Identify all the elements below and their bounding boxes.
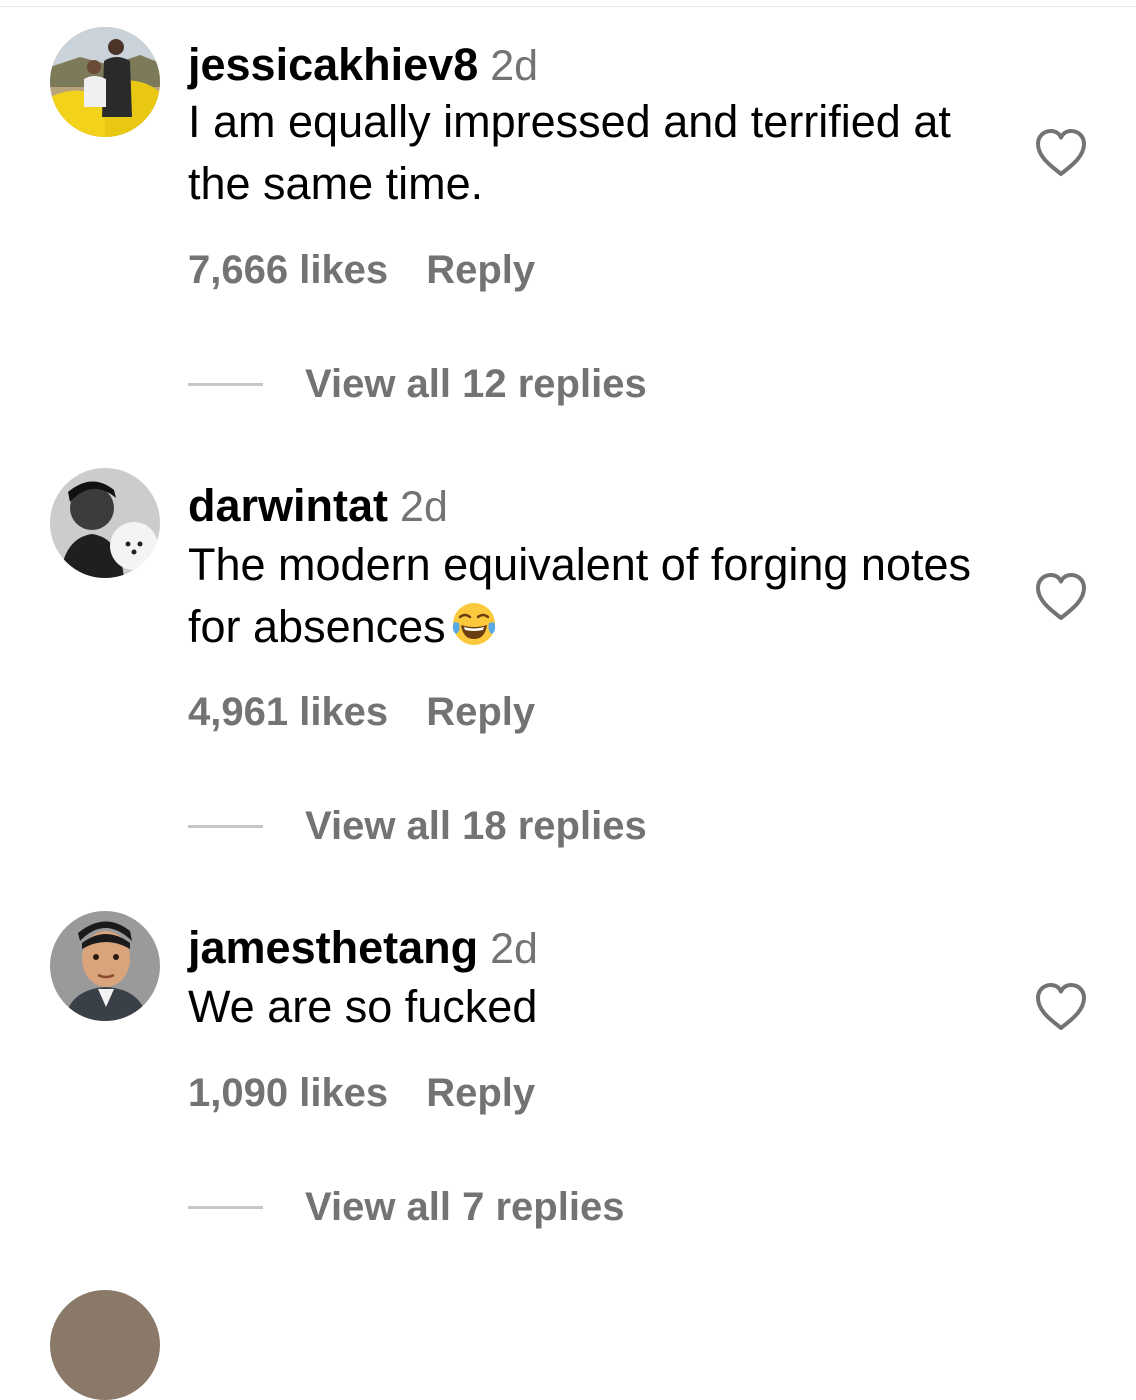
comment-text: The modern equivalent of forging notes f… [188,534,1008,658]
tears-of-joy-emoji [450,600,498,648]
comment-meta: 4,961 likes Reply [188,692,535,732]
heart-outline-icon[interactable] [1034,128,1088,178]
timestamp: 2d [400,483,448,531]
avatar[interactable] [50,27,160,137]
username[interactable]: darwintat [188,480,388,531]
avatar-image [50,911,160,1021]
avatar-image [50,27,160,137]
view-replies-label: View all 7 replies [305,1184,625,1229]
username[interactable]: jessicakhiev8 [188,39,478,90]
likes-count[interactable]: 4,961 likes [188,690,388,734]
view-replies-label: View all 12 replies [305,361,647,406]
comment-text-body: I am equally impressed and terrified at … [188,96,951,209]
comment-header: darwintat 2d [188,483,448,529]
view-replies-button[interactable]: View all 18 replies [188,804,647,848]
comment-meta: 1,090 likes Reply [188,1073,535,1113]
likes-count[interactable]: 1,090 likes [188,1071,388,1115]
comment-text: I am equally impressed and terrified at … [188,91,1008,215]
timestamp: 2d [490,42,539,90]
timestamp: 2d [490,925,538,973]
view-replies-label: View all 18 replies [305,803,647,848]
view-replies-button[interactable]: View all 7 replies [188,1185,624,1229]
reply-thread-line [188,382,263,386]
comment-text-body: The modern equivalent of forging notes f… [188,539,971,652]
top-divider [0,6,1136,7]
comment-text-body: We are so fucked [188,981,538,1032]
likes-count[interactable]: 7,666 likes [188,248,388,292]
reply-button[interactable]: Reply [426,1071,535,1115]
comment-text: We are so fucked [188,976,1008,1038]
comment-header: jessicakhiev8 2d [188,42,538,88]
view-replies-button[interactable]: View all 12 replies [188,362,647,406]
comment-meta: 7,666 likes Reply [188,250,535,290]
avatar-image [50,468,160,578]
heart-outline-icon[interactable] [1034,572,1088,622]
reply-button[interactable]: Reply [426,690,535,734]
reply-thread-line [188,1205,263,1209]
avatar[interactable] [50,911,160,1021]
next-comment-avatar[interactable] [50,1290,160,1400]
username[interactable]: jamesthetang [188,922,478,973]
reply-thread-line [188,824,263,828]
avatar[interactable] [50,468,160,578]
heart-outline-icon[interactable] [1034,982,1088,1032]
reply-button[interactable]: Reply [426,248,535,292]
comment-header: jamesthetang 2d [188,925,538,971]
